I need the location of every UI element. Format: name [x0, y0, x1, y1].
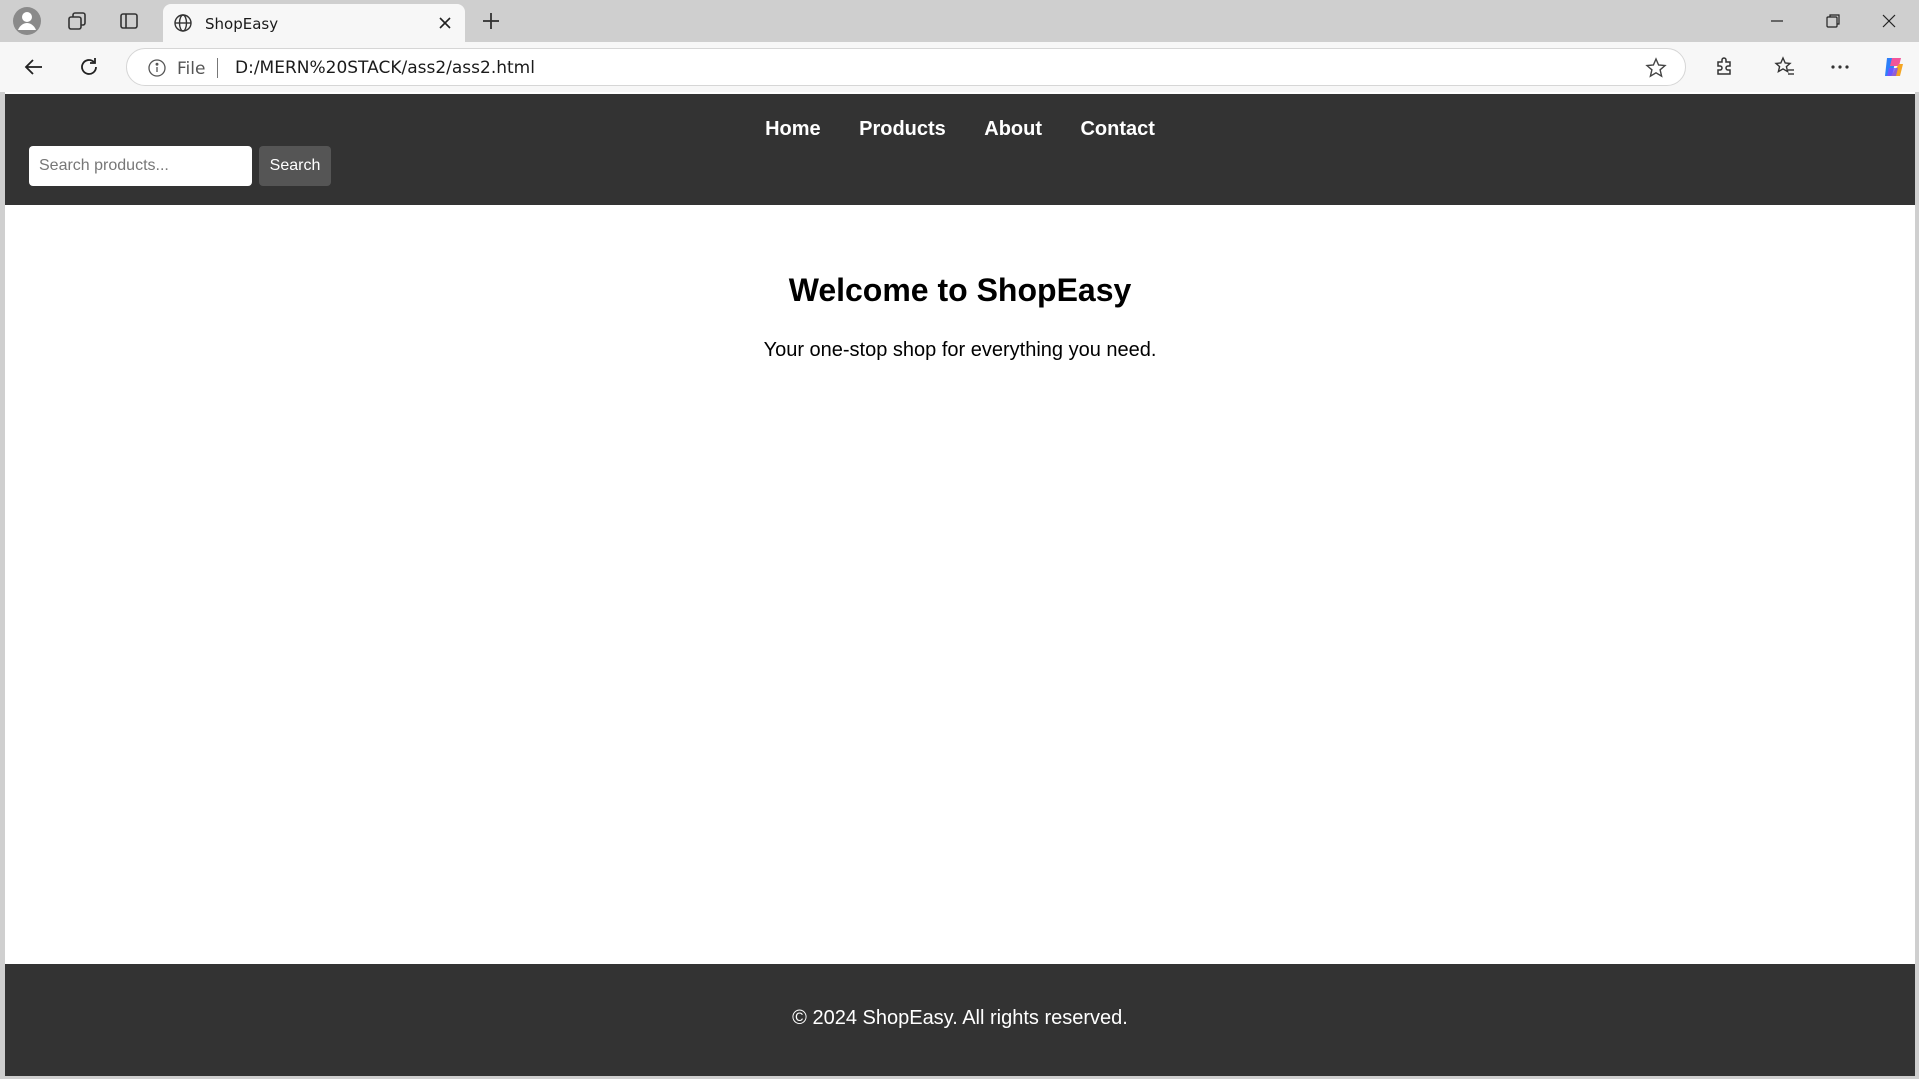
browser-tab-strip: ShopEasy	[0, 0, 1919, 42]
address-bar[interactable]: File D:/MERN%20STACK/ass2/ass2.html	[126, 48, 1686, 86]
nav-link-products[interactable]: Products	[859, 118, 946, 141]
more-icon[interactable]	[1822, 49, 1858, 85]
search-input[interactable]	[29, 146, 252, 186]
restore-icon[interactable]	[1805, 0, 1861, 42]
address-divider	[217, 58, 218, 78]
page-viewport: Home Products About Contact Search Welco…	[5, 92, 1915, 1076]
window-close-icon[interactable]	[1861, 0, 1917, 42]
globe-icon	[173, 13, 193, 33]
favorites-icon[interactable]	[1767, 49, 1803, 85]
hero-section: Welcome to ShopEasy Your one-stop shop f…	[5, 272, 1915, 362]
reload-icon[interactable]	[71, 49, 107, 85]
site-footer: © 2024 ShopEasy. All rights reserved.	[5, 964, 1915, 1076]
info-icon[interactable]	[147, 58, 167, 78]
close-icon[interactable]	[433, 11, 457, 35]
star-icon[interactable]	[1645, 57, 1667, 79]
profile-icon[interactable]	[6, 5, 48, 37]
copilot-icon[interactable]	[1876, 49, 1912, 85]
vertical-tabs-icon[interactable]	[108, 5, 150, 37]
browser-toolbar: File D:/MERN%20STACK/ass2/ass2.html	[0, 42, 1919, 92]
active-tab[interactable]: ShopEasy	[163, 4, 465, 42]
search-button[interactable]: Search	[259, 146, 331, 186]
back-arrow-icon[interactable]	[16, 49, 52, 85]
main-nav: Home Products About Contact	[5, 118, 1915, 141]
hero-subtitle: Your one-stop shop for everything you ne…	[763, 339, 1157, 361]
address-url[interactable]: D:/MERN%20STACK/ass2/ass2.html	[235, 58, 535, 78]
page-title: Welcome to ShopEasy	[788, 272, 1132, 308]
plus-icon[interactable]	[470, 5, 512, 37]
tab-title: ShopEasy	[205, 15, 279, 33]
workspaces-icon[interactable]	[56, 5, 98, 37]
footer-copyright: © 2024 ShopEasy. All rights reserved.	[792, 1007, 1128, 1029]
minimize-icon[interactable]	[1749, 0, 1805, 42]
extensions-icon[interactable]	[1707, 49, 1743, 85]
nav-link-home[interactable]: Home	[765, 118, 821, 141]
site-header: Home Products About Contact Search	[5, 94, 1915, 205]
nav-link-contact[interactable]: Contact	[1080, 118, 1154, 141]
nav-link-about[interactable]: About	[984, 118, 1042, 141]
address-scheme: File	[177, 59, 206, 79]
